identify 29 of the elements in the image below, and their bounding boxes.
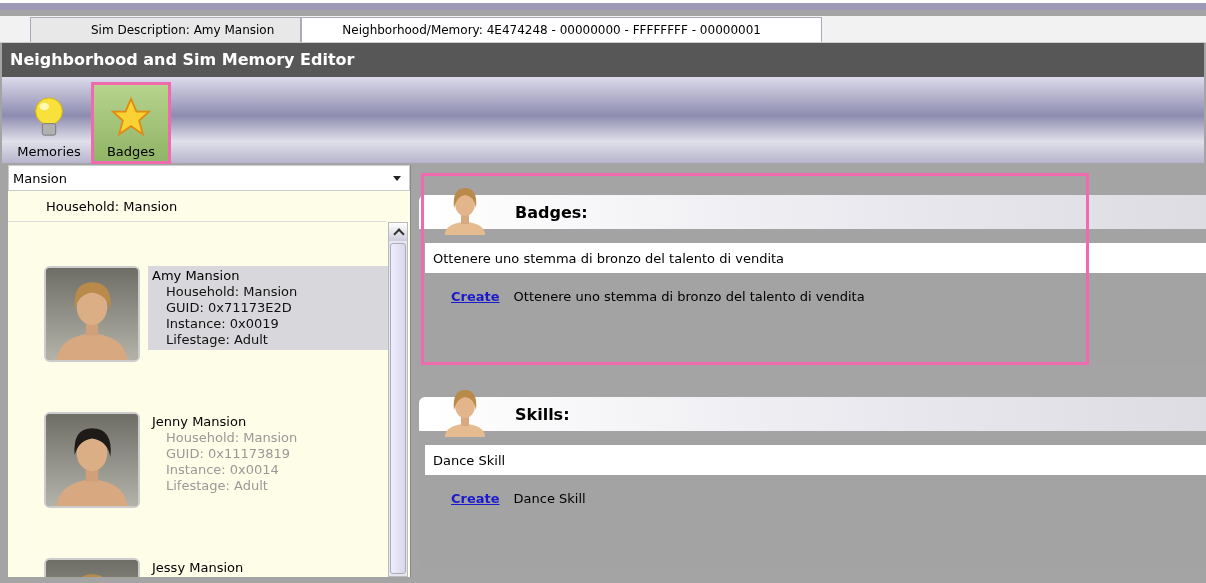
household-header: Household: Mansion xyxy=(46,198,178,214)
window-title: Neighborhood and Sim Memory Editor xyxy=(2,43,1204,77)
section-title: Skills: xyxy=(515,404,570,424)
sim-detail: GUID: 0x71173E2D xyxy=(165,300,293,316)
sim-detail: Instance: 0x0019 xyxy=(165,316,280,332)
tab[interactable]: Sim Description: Amy Mansion xyxy=(30,17,302,42)
section-title: Badges: xyxy=(515,202,588,222)
sim-detail: Instance: 0x0014 xyxy=(165,462,280,478)
sim-name: Jessy Mansion xyxy=(152,560,245,576)
sim-entry[interactable]: Jessy Mansion xyxy=(148,558,388,577)
sim-name: Amy Mansion xyxy=(152,268,241,284)
text-field[interactable]: Dance Skill xyxy=(425,445,1206,475)
tab[interactable]: Neighborhood/Memory: 4E474248 - 00000000 - FFFFFFFF - 00000001 xyxy=(301,17,822,42)
item-description: Ottenere uno stemma di bronzo del talento di vendita xyxy=(513,289,865,304)
sim-detail: Household: Mansion xyxy=(165,430,299,446)
sim-name: Jenny Mansion xyxy=(152,414,248,430)
create-link[interactable]: Create xyxy=(451,289,500,304)
sim-entry[interactable]: Jenny Mansion Household: Mansion GUID: 0x11173819 Instance: 0x0014 Lifestage: Adult xyxy=(148,412,388,496)
sim-detail: Household: Mansion xyxy=(165,284,299,300)
sim-detail: Lifestage: Adult xyxy=(165,478,269,494)
household-dropdown[interactable]: Mansion xyxy=(8,165,410,191)
item-description: Dance Skill xyxy=(513,491,586,506)
toolbar-button[interactable]: Badges xyxy=(92,83,170,163)
sim-detail: Lifestage: Adult xyxy=(165,332,269,348)
sim-detail: GUID: 0x11173819 xyxy=(165,446,292,462)
toolbar-button[interactable]: Memories xyxy=(10,83,88,163)
text-field[interactable]: Ottenere uno stemma di bronzo del talento di vendita xyxy=(425,243,1206,273)
create-link[interactable]: Create xyxy=(451,491,500,506)
sim-entry[interactable]: Amy Mansion Household: Mansion GUID: 0x71173E2D Instance: 0x0019 Lifestage: Adult xyxy=(148,266,388,350)
